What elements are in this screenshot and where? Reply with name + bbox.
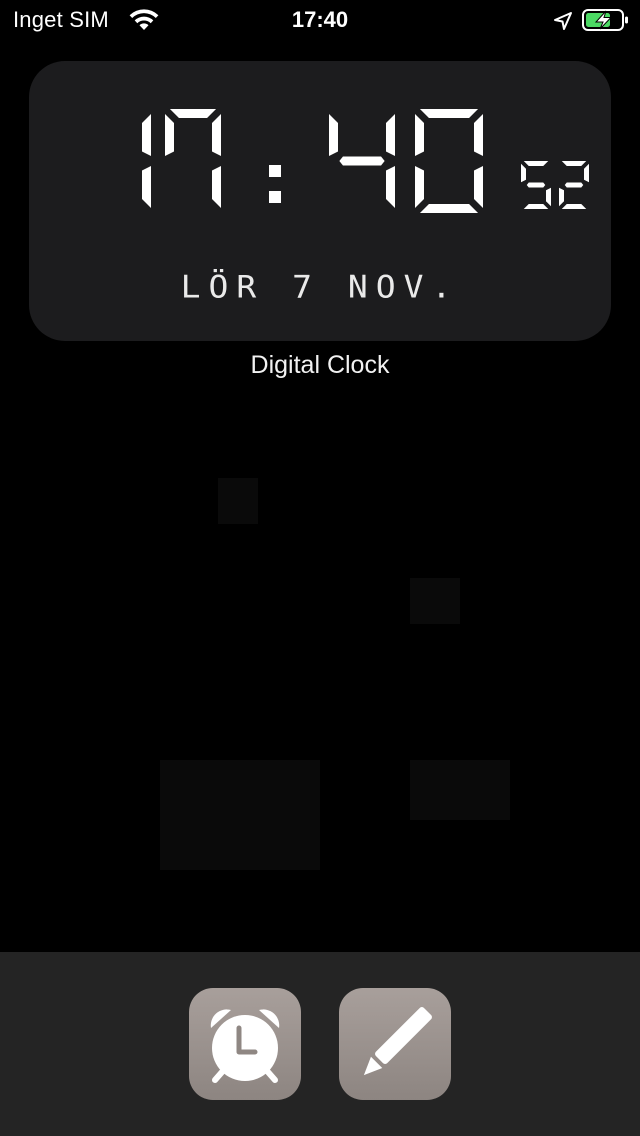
digit-segment (339, 156, 385, 166)
widget-date: LÖR 7 NOV. (180, 267, 460, 306)
digit-segment (212, 113, 221, 157)
notes-app-icon[interactable] (339, 988, 451, 1100)
digit-segment (415, 113, 424, 157)
digit-segment (419, 204, 479, 213)
alarm-clock-icon (210, 1009, 280, 1083)
digit-segment (212, 165, 221, 209)
digit-segment (521, 163, 526, 183)
digital-clock-widget[interactable]: 17 40 52 LÖR 7 NOV. (29, 61, 611, 341)
battery-charging-icon (582, 9, 628, 31)
digit-segment (419, 109, 479, 118)
clock-colon-dot (269, 165, 281, 177)
digit-segment (142, 113, 151, 157)
digit-segment (142, 165, 151, 209)
digit-segment (584, 163, 589, 183)
wallpaper-mark (160, 760, 320, 870)
pencil-icon (363, 1007, 432, 1076)
digit-segment (474, 113, 483, 157)
digit-segment (386, 113, 395, 157)
digit-segment (561, 204, 587, 209)
digit-segment (561, 161, 587, 166)
digit-segment (526, 182, 546, 188)
digit-segment (523, 161, 549, 166)
digit-segment (169, 109, 217, 118)
alarm-app-icon[interactable] (189, 988, 301, 1100)
digit-segment (415, 165, 424, 209)
digit-segment (546, 187, 551, 207)
status-time: 17:40 (291, 7, 349, 32)
location-arrow-icon (554, 12, 572, 30)
digit-segment (564, 182, 584, 188)
status-bar: Inget SIM 17:40 (0, 0, 640, 40)
digit-segment (165, 113, 174, 157)
wallpaper-mark (218, 478, 258, 524)
digit-segment (386, 165, 395, 209)
wallpaper-mark (410, 760, 510, 820)
digit-segment (559, 187, 564, 207)
digit-segment (329, 113, 338, 157)
wallpaper-mark (410, 578, 460, 624)
widget-label: Digital Clock (250, 351, 390, 379)
dock (0, 952, 640, 1136)
clock-colon-dot (269, 191, 281, 203)
digit-segment (523, 204, 549, 209)
digit-segment (474, 165, 483, 209)
